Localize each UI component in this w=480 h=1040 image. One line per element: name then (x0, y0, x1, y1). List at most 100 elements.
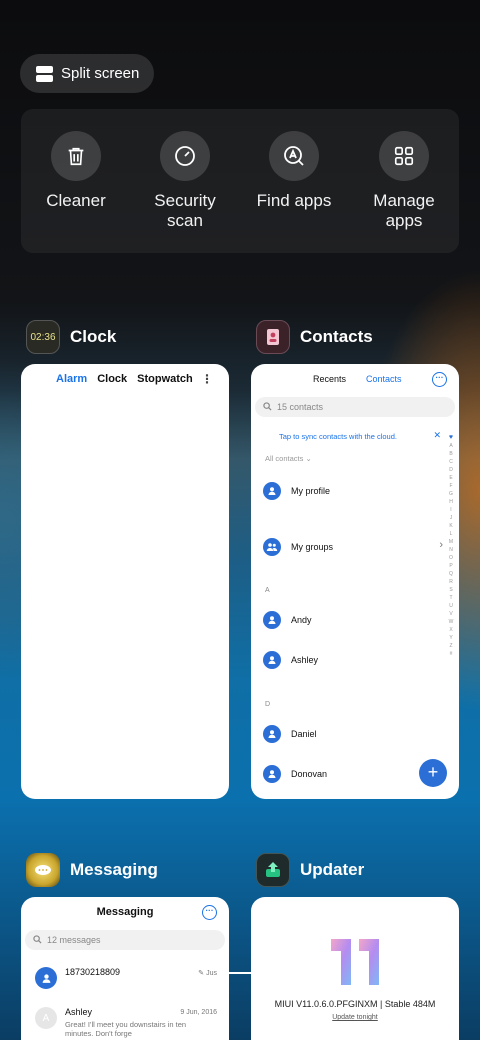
find-apps-button[interactable]: Find apps (239, 131, 349, 211)
contact-row[interactable]: Daniel (263, 725, 317, 743)
contacts-app-title: Contacts (300, 327, 373, 346)
my-profile-row[interactable]: My profile (263, 482, 330, 500)
alphabet-index-letter[interactable]: X (447, 626, 455, 634)
messaging-header: Messaging (96, 906, 154, 918)
alphabet-index-letter[interactable]: M (447, 538, 455, 546)
quick-actions-panel: Cleaner Security scan Find apps Manage a… (21, 109, 459, 253)
contact-row[interactable]: Ashley (263, 651, 318, 669)
alphabet-index-letter[interactable]: Y (447, 634, 455, 642)
clock-app-card[interactable]: Alarm Clock Stopwatch ⋮ (21, 364, 229, 799)
tab-clock[interactable]: Clock (97, 373, 127, 385)
my-groups-row[interactable]: My groups (263, 538, 333, 556)
alphabet-index-letter[interactable]: C (447, 458, 455, 466)
alphabet-index-letter[interactable]: N (447, 546, 455, 554)
contacts-app-header[interactable]: Contacts (256, 320, 373, 354)
cleaner-button[interactable]: Cleaner (21, 131, 131, 211)
update-version: MIUI V11.0.6.0.PFGINXM | Stable 484M (274, 999, 436, 1009)
avatar: A (35, 1007, 57, 1029)
close-icon[interactable]: ✕ (433, 430, 441, 441)
alphabet-index-letter[interactable]: H (447, 498, 455, 506)
manage-apps-button[interactable]: Manage apps (349, 131, 459, 231)
security-scan-icon (160, 131, 210, 181)
section-letter-d: D (265, 701, 271, 708)
person-icon (263, 611, 281, 629)
tab-recents[interactable]: Recents (313, 374, 346, 384)
thread-snippet: Great! I'll meet you downstairs in ten m… (65, 1020, 187, 1038)
tab-alarm[interactable]: Alarm (56, 373, 87, 385)
security-scan-button[interactable]: Security scan (130, 131, 240, 231)
sync-notice[interactable]: Tap to sync contacts with the cloud. (279, 432, 397, 441)
alphabet-index-letter[interactable]: T (447, 594, 455, 602)
manage-apps-label: Manage apps (373, 191, 435, 230)
contact-row[interactable]: Donovan (263, 765, 327, 783)
thread-date: 9 Jun, 2016 (180, 1009, 217, 1016)
search-icon (33, 934, 42, 946)
alphabet-index-letter[interactable]: Q (447, 570, 455, 578)
favorites-icon[interactable]: ♥ (447, 434, 455, 442)
tab-stopwatch[interactable]: Stopwatch (137, 373, 193, 385)
alphabet-index-letter[interactable]: G (447, 490, 455, 498)
more-icon[interactable]: ··· (202, 905, 217, 920)
chevron-down-icon: ⌄ (305, 454, 312, 463)
section-letter-a: A (265, 587, 270, 594)
contacts-app-card[interactable]: Recents Contacts ··· 15 contacts Tap to … (251, 364, 459, 799)
cleaner-label: Cleaner (46, 191, 106, 210)
message-thread[interactable]: 18730218809 (35, 967, 120, 989)
messages-search-placeholder: 12 messages (47, 935, 101, 945)
updater-app-title: Updater (300, 860, 365, 879)
clock-app-title: Clock (70, 327, 117, 346)
grid-icon (379, 131, 429, 181)
divider (229, 972, 251, 974)
messaging-app-title: Messaging (70, 860, 158, 879)
alphabet-index-letter[interactable]: K (447, 522, 455, 530)
alphabet-index-letter[interactable]: D (447, 466, 455, 474)
clock-app-icon: 02:36 (26, 320, 60, 354)
alphabet-index-letter[interactable]: J (447, 514, 455, 522)
contact-name: Daniel (291, 729, 317, 739)
contacts-filter[interactable]: All contacts ⌄ (265, 454, 312, 463)
alphabet-index-letter[interactable]: P (447, 562, 455, 570)
messaging-app-header[interactable]: Messaging (26, 853, 158, 887)
thread-date: ✎ Jus (198, 969, 217, 977)
alphabet-index-letter[interactable]: A (447, 442, 455, 450)
alphabet-index-letter[interactable]: I (447, 506, 455, 514)
clock-app-header[interactable]: 02:36 Clock (26, 320, 116, 354)
alphabet-index-letter[interactable]: S (447, 586, 455, 594)
chevron-right-icon: › (439, 539, 443, 551)
alphabet-index-letter[interactable]: E (447, 474, 455, 482)
alphabet-index-letter[interactable]: U (447, 602, 455, 610)
alphabet-index[interactable]: ♥ A B C D E F G H I J K L M N O P Q R S T U V W X Y Z # (447, 434, 455, 658)
updater-app-header[interactable]: Updater (256, 853, 364, 887)
alphabet-index-letter[interactable]: W (447, 618, 455, 626)
alphabet-index-letter[interactable]: B (447, 450, 455, 458)
alphabet-index-letter[interactable]: Z (447, 642, 455, 650)
alphabet-index-letter[interactable]: O (447, 554, 455, 562)
updater-app-card[interactable]: MIUI V11.0.6.0.PFGINXM | Stable 484M Upd… (251, 897, 459, 1040)
contact-name: Andy (291, 615, 312, 625)
update-tonight-link[interactable]: Update tonight (251, 1014, 459, 1021)
more-options-icon[interactable]: ⋮ (201, 372, 213, 386)
alphabet-index-letter[interactable]: L (447, 530, 455, 538)
messaging-app-icon (26, 853, 60, 887)
messaging-app-card[interactable]: Messaging ··· 12 messages 18730218809 ✎ … (21, 897, 229, 1040)
alphabet-index-letter[interactable]: R (447, 578, 455, 586)
contacts-search-input[interactable]: 15 contacts (255, 397, 455, 417)
tab-contacts[interactable]: Contacts (366, 374, 402, 384)
contacts-search-placeholder: 15 contacts (277, 402, 324, 412)
alphabet-index-letter[interactable]: # (447, 650, 455, 658)
trash-icon (51, 131, 101, 181)
contacts-tabs: Recents Contacts (313, 374, 402, 384)
messages-search-input[interactable]: 12 messages (25, 930, 225, 950)
add-contact-button[interactable]: + (419, 759, 447, 787)
updater-app-icon (256, 853, 290, 887)
person-icon (35, 967, 57, 989)
contact-name: Donovan (291, 769, 328, 779)
alphabet-index-letter[interactable]: V (447, 610, 455, 618)
thread-date-text: Jus (206, 970, 217, 977)
more-icon[interactable]: ··· (432, 372, 447, 387)
person-icon (263, 651, 281, 669)
split-screen-button[interactable]: Split screen (20, 54, 154, 93)
contact-row[interactable]: Andy (263, 611, 312, 629)
alphabet-index-letter[interactable]: F (447, 482, 455, 490)
miui-11-logo (329, 937, 383, 992)
